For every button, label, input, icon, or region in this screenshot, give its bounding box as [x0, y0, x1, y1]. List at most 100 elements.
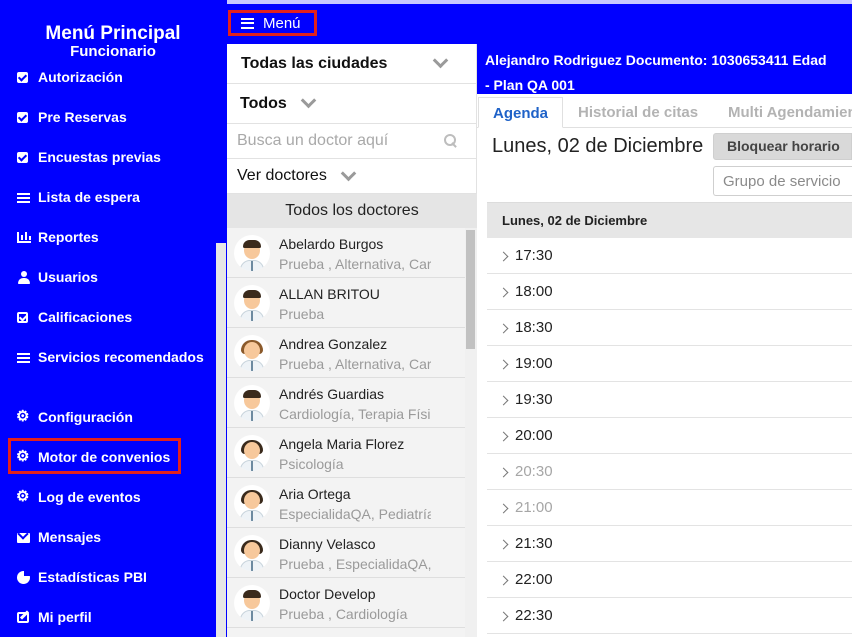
chevron-right-icon	[498, 323, 509, 334]
day-header: Lunes, 02 de Diciembre	[487, 202, 852, 238]
time-slot-time: 18:00	[515, 283, 553, 300]
tab-agenda[interactable]: Agenda	[478, 97, 564, 128]
time-slot-time: 19:30	[515, 391, 553, 408]
view-filter[interactable]: Ver doctores	[227, 159, 477, 194]
doctor-specialties: Psicología	[279, 456, 344, 472]
check-square-icon	[14, 147, 30, 167]
doctor-search	[227, 124, 477, 159]
sidebar-item-reportes[interactable]: Reportes	[14, 227, 99, 247]
chevron-right-icon	[498, 575, 509, 586]
time-slot-time: 19:00	[515, 355, 553, 372]
doctor-name: Dianny Velasco	[279, 536, 376, 552]
patient-info-line1: Alejandro Rodriguez Documento: 103065341…	[485, 52, 827, 68]
list-icon	[14, 187, 30, 207]
doctor-list-item[interactable]: Angela Maria Florez Psicología	[227, 428, 465, 478]
sidebar-item-mi-perfil[interactable]: Mi perfil	[14, 607, 92, 627]
time-slot[interactable]: 20:00	[487, 418, 852, 454]
doctor-specialties: Prueba , Alternativa, Cardiología	[279, 256, 431, 272]
doctor-specialties: Prueba , Cardiología	[279, 606, 408, 622]
doctor-name: Andrés Guardias	[279, 386, 385, 402]
city-filter-value: Todas las ciudades	[241, 54, 388, 72]
doctor-search-input[interactable]	[237, 130, 437, 152]
time-slot[interactable]: 17:30	[487, 238, 852, 274]
sidebar-item-servicios-recomendados[interactable]: Servicios recomendados	[14, 347, 214, 367]
doctor-list-scrollbar-thumb[interactable]	[466, 230, 475, 349]
all-doctors-header[interactable]: Todos los doctores	[227, 194, 477, 228]
sidebar-subtitle: Funcionario	[70, 43, 156, 60]
doctor-list-item[interactable]: Doctor Develop Prueba , Cardiología	[227, 578, 465, 628]
sidebar-item-label: Reportes	[38, 229, 99, 245]
doctor-name: Doctor Develop	[279, 586, 376, 602]
time-slot[interactable]: 19:30	[487, 382, 852, 418]
doctor-list-item[interactable]: Andrés Guardias Cardiología, Terapia Fís…	[227, 378, 465, 428]
doctor-specialties: Prueba , EspecialidaQA, Pediatría	[279, 556, 431, 572]
time-slot-time: 17:30	[515, 247, 553, 264]
time-slot[interactable]: 22:30	[487, 598, 852, 634]
time-slot-time: 20:30	[515, 463, 553, 480]
sidebar-item-usuarios[interactable]: Usuarios	[14, 267, 98, 287]
doctor-specialties: Prueba , Alternativa, Cardiología	[279, 356, 431, 372]
chevron-right-icon	[498, 359, 509, 370]
sidebar-item-label: Autorización	[38, 69, 123, 85]
sidebar-scrollbar-thumb[interactable]	[216, 243, 226, 637]
check-square-outline-icon	[14, 307, 30, 327]
sidebar-item-label: Configuración	[38, 409, 133, 425]
city-filter[interactable]: Todas las ciudades	[227, 44, 477, 84]
doctor-avatar	[234, 435, 270, 471]
service-group-input[interactable]	[713, 166, 852, 196]
doctor-avatar	[234, 335, 270, 371]
sidebar-item-label: Calificaciones	[38, 309, 133, 325]
sidebar-item-calificaciones[interactable]: Calificaciones	[14, 307, 132, 327]
tab-multi-agendamiento[interactable]: Multi Agendamiento	[728, 97, 852, 128]
doctor-specialties: Cardiología, Terapia Física	[279, 406, 431, 422]
sidebar-item-log-de-eventos[interactable]: ⚙ Log de eventos	[14, 487, 141, 507]
sidebar-item-autorizacion[interactable]: Autorización	[14, 67, 123, 87]
time-slot[interactable]: 21:30	[487, 526, 852, 562]
chevron-right-icon	[498, 539, 509, 550]
agenda-main: Alejandro Rodriguez Documento: 103065341…	[477, 44, 852, 637]
doctor-list-item[interactable]: Aria Ortega EspecialidaQA, Pediatría	[227, 478, 465, 528]
time-slot[interactable]: 22:00	[487, 562, 852, 598]
time-slot-time: 22:00	[515, 571, 553, 588]
sidebar-item-encuestas-previas[interactable]: Encuestas previas	[14, 147, 161, 167]
tab-historial-de-citas[interactable]: Historial de citas	[578, 97, 698, 128]
time-slot[interactable]: 19:00	[487, 346, 852, 382]
menu-button-label: Menú	[263, 14, 301, 32]
sidebar-item-label: Mi perfil	[38, 609, 92, 625]
chevron-right-icon	[498, 431, 509, 442]
doctor-list-item[interactable]: Dianny Velasco Prueba , EspecialidaQA, P…	[227, 528, 465, 578]
sidebar-item-label: Mensajes	[38, 529, 102, 545]
sidebar-item-label: Pre Reservas	[38, 109, 127, 125]
block-schedule-button[interactable]: Bloquear horario	[713, 133, 852, 160]
sidebar-item-lista-de-espera[interactable]: Lista de espera	[14, 187, 140, 207]
doctor-avatar	[234, 585, 270, 621]
doctor-list-item[interactable]: Abelardo Burgos Prueba , Alternativa, Ca…	[227, 228, 465, 278]
doctor-name: Angela Maria Florez	[279, 436, 405, 452]
chevron-right-icon	[498, 467, 509, 478]
doctor-list-item[interactable]: Andrea Gonzalez Prueba , Alternativa, Ca…	[227, 328, 465, 378]
sidebar-item-pre-reservas[interactable]: Pre Reservas	[14, 107, 127, 127]
sidebar-title: Menú Principal	[45, 23, 181, 44]
doctor-list-item[interactable]: ALLAN BRITOU Prueba	[227, 278, 465, 328]
patient-info-bar: Alejandro Rodriguez Documento: 103065341…	[477, 44, 852, 94]
specialty-filter[interactable]: Todos	[227, 84, 477, 124]
time-slot[interactable]: 18:00	[487, 274, 852, 310]
chevron-right-icon	[498, 251, 509, 262]
time-slot[interactable]: 18:30	[487, 310, 852, 346]
search-icon[interactable]	[444, 134, 456, 146]
gear-icon: ⚙	[16, 408, 30, 425]
sidebar-item-label: Encuestas previas	[38, 149, 161, 165]
time-slot-time: 21:30	[515, 535, 553, 552]
time-slot[interactable]: 20:30	[487, 454, 852, 490]
time-slot[interactable]: 21:00	[487, 490, 852, 526]
doctor-list-scrollbar[interactable]	[465, 228, 477, 637]
sidebar-item-estadisticas-pbi[interactable]: Estadísticas PBI	[14, 567, 147, 587]
sidebar-item-configuracion[interactable]: ⚙ Configuración	[14, 407, 133, 427]
bar-chart-icon	[14, 227, 31, 247]
top-bar	[227, 0, 852, 44]
tab-bar: Agenda Historial de citas Multi Agendami…	[477, 97, 852, 128]
edit-icon	[14, 607, 30, 627]
menu-button[interactable]: Menú	[228, 10, 317, 36]
time-slot-time: 22:30	[515, 607, 553, 624]
sidebar-item-mensajes[interactable]: Mensajes	[14, 527, 101, 547]
